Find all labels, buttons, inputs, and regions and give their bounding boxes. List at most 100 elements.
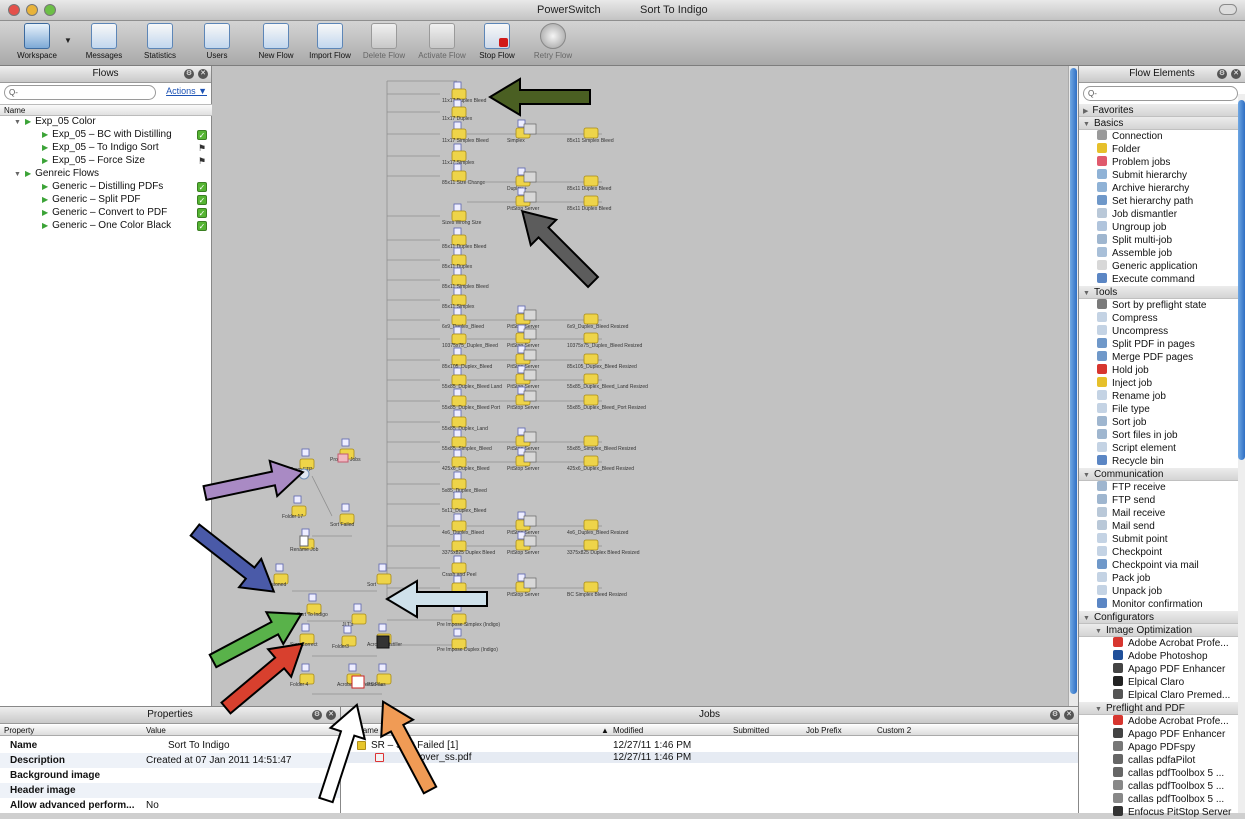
- configurator-item[interactable]: callas pdfToolbox 5 ...: [1079, 793, 1239, 806]
- configurator-item[interactable]: Elpical Claro: [1079, 676, 1239, 689]
- canvas-scroll-thumb[interactable]: [1070, 68, 1077, 694]
- flow-canvas[interactable]: 11x17 Duplex Bleed 11x17 Duplex 11x17 Simp…: [212, 66, 1068, 706]
- flow-element-item[interactable]: Mail receive: [1079, 507, 1239, 520]
- flow-element-item[interactable]: Archive hierarchy: [1079, 182, 1239, 195]
- flow-element-item[interactable]: Mail send: [1079, 520, 1239, 533]
- flow-element-item[interactable]: Hold job: [1079, 364, 1239, 377]
- statistics-button[interactable]: Statistics: [133, 23, 187, 63]
- flow-list-item[interactable]: ▶ Generic – One Color Black ✓: [0, 220, 212, 232]
- property-value[interactable]: Created at 07 Jan 2011 14:51:47: [146, 753, 291, 768]
- close-window-button[interactable]: [8, 4, 20, 16]
- flow-element-item[interactable]: Split multi-job: [1079, 234, 1239, 247]
- flow-list-item[interactable]: ▶ Exp_05 – BC with Distilling ✓: [0, 129, 212, 141]
- flow-element-item[interactable]: Assemble job: [1079, 247, 1239, 260]
- jobs-col-custom-2[interactable]: Custom 2: [877, 725, 911, 736]
- property-row[interactable]: Name Sort To Indigo: [0, 738, 340, 753]
- flow-element-item[interactable]: Submit point: [1079, 533, 1239, 546]
- configurator-item[interactable]: Elpical Claro Premed...: [1079, 689, 1239, 702]
- flow-list-item[interactable]: ▶ Generic – Split PDF ✓: [0, 194, 212, 206]
- import-flow-button[interactable]: Import Flow: [303, 23, 357, 63]
- element-category[interactable]: ▼ Configurators: [1079, 611, 1239, 624]
- flow-list-item[interactable]: ▶ Exp_05 – To Indigo Sort ⚑: [0, 142, 212, 154]
- flow-element-item[interactable]: Submit hierarchy: [1079, 169, 1239, 182]
- flow-element-item[interactable]: Uncompress: [1079, 325, 1239, 338]
- workspace-dropdown-icon[interactable]: ▼: [64, 36, 72, 45]
- toolbar-toggle-button[interactable]: [1219, 4, 1237, 15]
- flow-element-item[interactable]: Execute command: [1079, 273, 1239, 286]
- delete-flow-button[interactable]: Delete Flow: [357, 23, 411, 63]
- element-subcategory[interactable]: ▼ Preflight and PDF: [1079, 702, 1239, 715]
- property-value[interactable]: Sort To Indigo: [168, 738, 230, 753]
- flow-element-item[interactable]: Unpack job: [1079, 585, 1239, 598]
- jobs-col-name[interactable]: Name: [357, 725, 378, 736]
- jobs-menu-icon[interactable]: ⚙: [1050, 710, 1060, 720]
- element-category[interactable]: ▼ Tools: [1079, 286, 1239, 299]
- property-row[interactable]: Allow advanced perform... No: [0, 798, 340, 813]
- flow-list-item[interactable]: ▶ Generic – Convert to PDF ✓: [0, 207, 212, 219]
- flow-element-item[interactable]: Pack job: [1079, 572, 1239, 585]
- flow-active-checkbox[interactable]: ✓: [197, 130, 207, 140]
- disclosure-triangle-icon[interactable]: ▼: [1095, 628, 1102, 635]
- retry-flow-button[interactable]: Retry Flow: [526, 23, 580, 63]
- flow-element-item[interactable]: Job dismantler: [1079, 208, 1239, 221]
- property-row[interactable]: Background image: [0, 768, 340, 783]
- messages-button[interactable]: Messages: [77, 23, 131, 63]
- flow-element-item[interactable]: Recycle bin: [1079, 455, 1239, 468]
- jobs-col-job-prefix[interactable]: Job Prefix: [806, 725, 842, 736]
- disclosure-triangle-icon[interactable]: ▼: [1083, 121, 1090, 128]
- jobs-col-modified[interactable]: Modified: [613, 725, 643, 736]
- flow-element-item[interactable]: FTP receive: [1079, 481, 1239, 494]
- flow-elements-menu-icon[interactable]: ⚙: [1217, 69, 1227, 79]
- flow-element-item[interactable]: Ungroup job: [1079, 221, 1239, 234]
- flow-active-checkbox[interactable]: ✓: [197, 182, 207, 192]
- flow-elements-scrollbar[interactable]: [1238, 94, 1245, 813]
- configurator-item[interactable]: callas pdfToolbox 5 ...: [1079, 767, 1239, 780]
- configurator-item[interactable]: Adobe Acrobat Profe...: [1079, 637, 1239, 650]
- canvas-vertical-scrollbar[interactable]: [1068, 66, 1078, 706]
- flows-name-column-header[interactable]: Name: [0, 104, 212, 116]
- configurator-item[interactable]: Apago PDF Enhancer: [1079, 663, 1239, 676]
- properties-menu-icon[interactable]: ⚙: [312, 710, 322, 720]
- disclosure-triangle-icon[interactable]: ▼: [14, 119, 21, 126]
- users-button[interactable]: Users: [190, 23, 244, 63]
- flow-list-item[interactable]: ▼ ▶ Exp_05 Color: [0, 116, 212, 128]
- new-flow-button[interactable]: New Flow: [249, 23, 303, 63]
- configurator-item[interactable]: Apago PDF Enhancer: [1079, 728, 1239, 741]
- flow-element-item[interactable]: Sort by preflight state: [1079, 299, 1239, 312]
- element-category[interactable]: ▼ Communication: [1079, 468, 1239, 481]
- element-category[interactable]: ▼ Basics: [1079, 117, 1239, 130]
- activate-flow-button[interactable]: Activate Flow: [415, 23, 469, 63]
- disclosure-triangle-icon[interactable]: ▶: [1083, 108, 1088, 115]
- flow-elements-scroll-thumb[interactable]: [1238, 100, 1245, 460]
- configurator-item[interactable]: callas pdfToolbox 5 ...: [1079, 780, 1239, 793]
- minimize-window-button[interactable]: [26, 4, 38, 16]
- actions-menu-link[interactable]: Actions ▼: [166, 86, 207, 96]
- flow-list-item[interactable]: ▶ Exp_05 – Force Size ⚑: [0, 155, 212, 167]
- flow-element-item[interactable]: Sort job: [1079, 416, 1239, 429]
- disclosure-triangle-icon[interactable]: ▼: [1083, 290, 1090, 297]
- flow-element-item[interactable]: Compress: [1079, 312, 1239, 325]
- element-subcategory[interactable]: ▼ Image Optimization: [1079, 624, 1239, 637]
- flow-element-item[interactable]: Script element: [1079, 442, 1239, 455]
- disclosure-triangle-icon[interactable]: ▼: [14, 171, 21, 178]
- configurator-item[interactable]: Adobe Acrobat Profe...: [1079, 715, 1239, 728]
- flow-active-checkbox[interactable]: ✓: [197, 195, 207, 205]
- flow-element-item[interactable]: Checkpoint: [1079, 546, 1239, 559]
- configurator-item[interactable]: Apago PDFspy: [1079, 741, 1239, 754]
- flow-element-item[interactable]: Connection: [1079, 130, 1239, 143]
- flow-element-item[interactable]: Merge PDF pages: [1079, 351, 1239, 364]
- disclosure-triangle-icon[interactable]: ▼: [1083, 472, 1090, 479]
- flows-panel-close-icon[interactable]: ✕: [198, 69, 208, 79]
- flow-element-item[interactable]: Rename job: [1079, 390, 1239, 403]
- configurator-item[interactable]: callas pdfaPilot: [1079, 754, 1239, 767]
- flow-element-item[interactable]: Checkpoint via mail: [1079, 559, 1239, 572]
- workspace-button[interactable]: Workspace: [10, 23, 64, 63]
- flow-element-item[interactable]: Set hierarchy path: [1079, 195, 1239, 208]
- flow-elements-search-input[interactable]: Q-: [1083, 86, 1238, 101]
- property-row[interactable]: Description Created at 07 Jan 2011 14:51:…: [0, 753, 340, 768]
- element-category[interactable]: ▶ Favorites: [1079, 104, 1239, 117]
- jobs-col-submitted[interactable]: Submitted: [733, 725, 769, 736]
- flows-search-input[interactable]: Q-: [4, 85, 156, 100]
- disclosure-triangle-icon[interactable]: ▼: [1083, 615, 1090, 622]
- configurator-item[interactable]: Adobe Photoshop: [1079, 650, 1239, 663]
